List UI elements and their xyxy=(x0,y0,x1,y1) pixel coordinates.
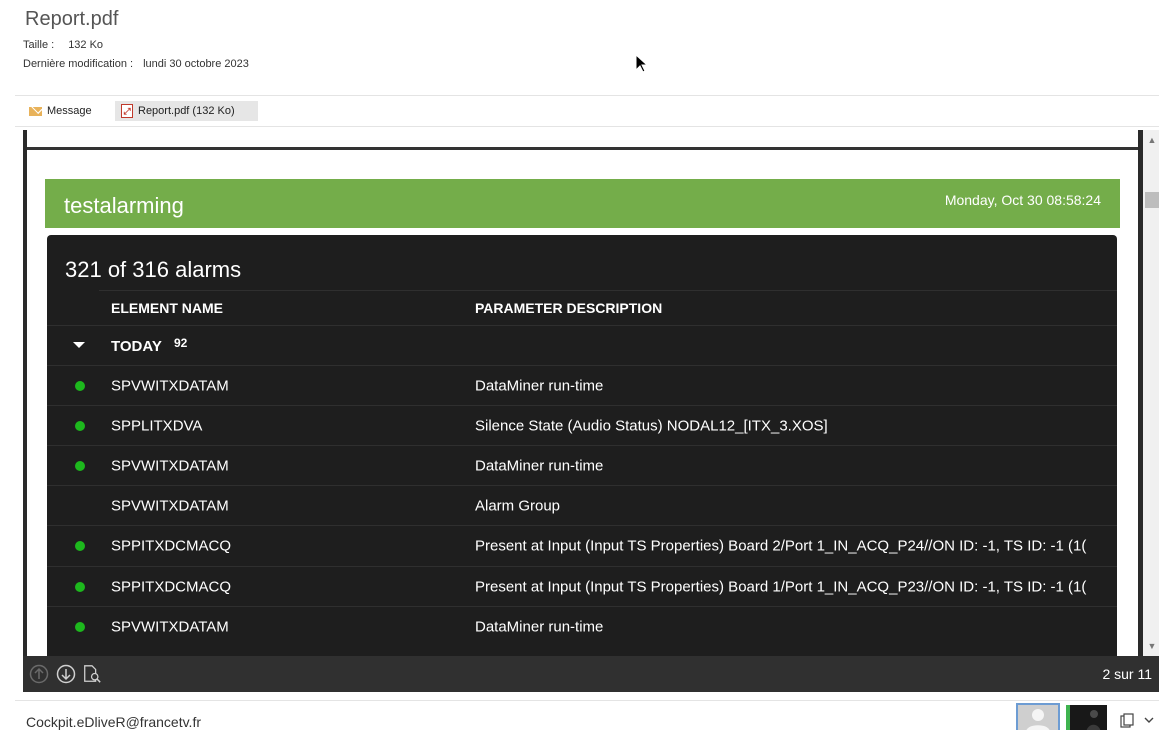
page-indicator: 2 sur 11 xyxy=(1102,666,1152,682)
page-top-rule xyxy=(27,147,1138,150)
header-divider xyxy=(15,95,1159,96)
status-dot-icon xyxy=(75,582,85,592)
table-row: SPPITXDCMACQ Present at Input (Input TS … xyxy=(47,566,1117,606)
copy-icon[interactable] xyxy=(1120,713,1134,729)
report-title-bar: testalarming Monday, Oct 30 08:58:24 xyxy=(45,179,1120,228)
find-in-document-icon[interactable] xyxy=(82,664,102,684)
scroll-up-icon[interactable]: ▲ xyxy=(1147,135,1157,145)
pdf-icon: ⤢ xyxy=(121,104,133,118)
alarm-count-heading: 321 of 316 alarms xyxy=(65,257,242,282)
file-size-value: 132 Ko xyxy=(68,39,104,51)
chevron-down-icon[interactable] xyxy=(1144,716,1154,724)
scroll-down-icon[interactable]: ▼ xyxy=(1147,641,1157,651)
status-dot-icon xyxy=(75,381,85,391)
group-row-today[interactable]: TODAY 92 xyxy=(47,325,1117,365)
caret-down-icon[interactable] xyxy=(73,342,85,348)
element-name: SPPITXDCMACQ xyxy=(111,578,232,595)
file-size-label: Taille : xyxy=(23,39,55,51)
column-header-element-name: ELEMENT NAME xyxy=(111,300,223,316)
status-dot-icon xyxy=(75,421,85,431)
file-modified-row: Dernière modification : lundi 30 octobre … xyxy=(23,58,249,70)
attachment-tab-message[interactable]: Message xyxy=(23,101,98,121)
parameter-description: DataMiner run-time xyxy=(475,377,604,394)
report-title: testalarming xyxy=(64,193,184,218)
pdf-viewer-toolbar: 2 sur 11 xyxy=(23,656,1159,692)
status-dot-icon xyxy=(75,461,85,471)
person-icon xyxy=(1026,709,1050,730)
file-modified-value: lundi 30 octobre 2023 xyxy=(143,58,249,70)
attachment-preview-window: Report.pdf Taille : 132 Ko Dernière modif… xyxy=(0,0,1176,730)
parameter-description: Alarm Group xyxy=(475,497,561,514)
attachment-tab-message-label: Message xyxy=(47,105,92,117)
file-size-row: Taille : 132 Ko xyxy=(23,39,103,51)
attachments-divider xyxy=(15,126,1159,127)
next-page-icon[interactable] xyxy=(56,664,76,684)
element-name: SPVWITXDATAM xyxy=(111,618,229,635)
column-header-parameter-description: PARAMETER DESCRIPTION xyxy=(475,300,663,316)
element-name: SPVWITXDATAM xyxy=(111,457,229,474)
group-label: TODAY xyxy=(111,338,162,355)
table-header: ELEMENT NAME PARAMETER DESCRIPTION xyxy=(47,290,1117,326)
contact-avatar-default[interactable] xyxy=(1016,703,1060,730)
table-row: SPPITXDCMACQ Present at Input (Input TS … xyxy=(47,525,1117,565)
attachment-tab-report[interactable]: ⤢ Report.pdf (132 Ko) xyxy=(115,101,258,121)
table-row: SPVWITXDATAM DataMiner run-time xyxy=(47,606,1117,646)
avatar-photo-icon xyxy=(1086,710,1101,730)
vertical-scrollbar[interactable]: ▲ ▼ xyxy=(1143,130,1159,656)
scrollbar-thumb[interactable] xyxy=(1145,192,1159,208)
parameter-description: Silence State (Audio Status) NODAL12_[IT… xyxy=(475,417,828,434)
table-row: SPVWITXDATAM DataMiner run-time xyxy=(47,445,1117,485)
parameter-description: DataMiner run-time xyxy=(475,618,604,635)
mouse-cursor-icon xyxy=(635,54,648,73)
status-dot-icon xyxy=(75,541,85,551)
table-row: SPVWITXDATAM Alarm Group xyxy=(47,485,1117,525)
envelope-icon xyxy=(29,106,42,116)
table-row: SPVWITXDATAM DataMiner run-time xyxy=(47,365,1117,405)
element-name: SPPITXDCMACQ xyxy=(111,537,232,554)
pdf-page: testalarming Monday, Oct 30 08:58:24 321… xyxy=(27,130,1138,656)
attachment-tab-report-label: Report.pdf (132 Ko) xyxy=(138,105,235,117)
element-name: SPPLITXDVA xyxy=(111,417,203,434)
status-dot-icon xyxy=(75,622,85,632)
previous-page-icon[interactable] xyxy=(29,664,49,684)
contact-avatar-photo[interactable] xyxy=(1066,705,1107,730)
parameter-description: Present at Input (Input TS Properties) B… xyxy=(475,578,1087,595)
parameter-description: DataMiner run-time xyxy=(475,457,604,474)
alarm-table-panel: 321 of 316 alarms ELEMENT NAME PARAMETER… xyxy=(47,235,1117,656)
pdf-preview-pane[interactable]: testalarming Monday, Oct 30 08:58:24 321… xyxy=(23,130,1159,692)
element-name: SPVWITXDATAM xyxy=(111,377,229,394)
parameter-description: Present at Input (Input TS Properties) B… xyxy=(475,537,1087,554)
sender-address[interactable]: Cockpit.eDliveR@francetv.fr xyxy=(26,714,201,730)
table-row: SPPLITXDVA Silence State (Audio Status) … xyxy=(47,405,1117,445)
group-count: 92 xyxy=(174,336,188,350)
file-modified-label: Dernière modification : xyxy=(23,58,134,70)
element-name: SPVWITXDATAM xyxy=(111,497,229,514)
report-date: Monday, Oct 30 08:58:24 xyxy=(944,192,1101,208)
footer-divider xyxy=(15,700,1159,701)
attachment-file-name: Report.pdf xyxy=(25,8,119,30)
